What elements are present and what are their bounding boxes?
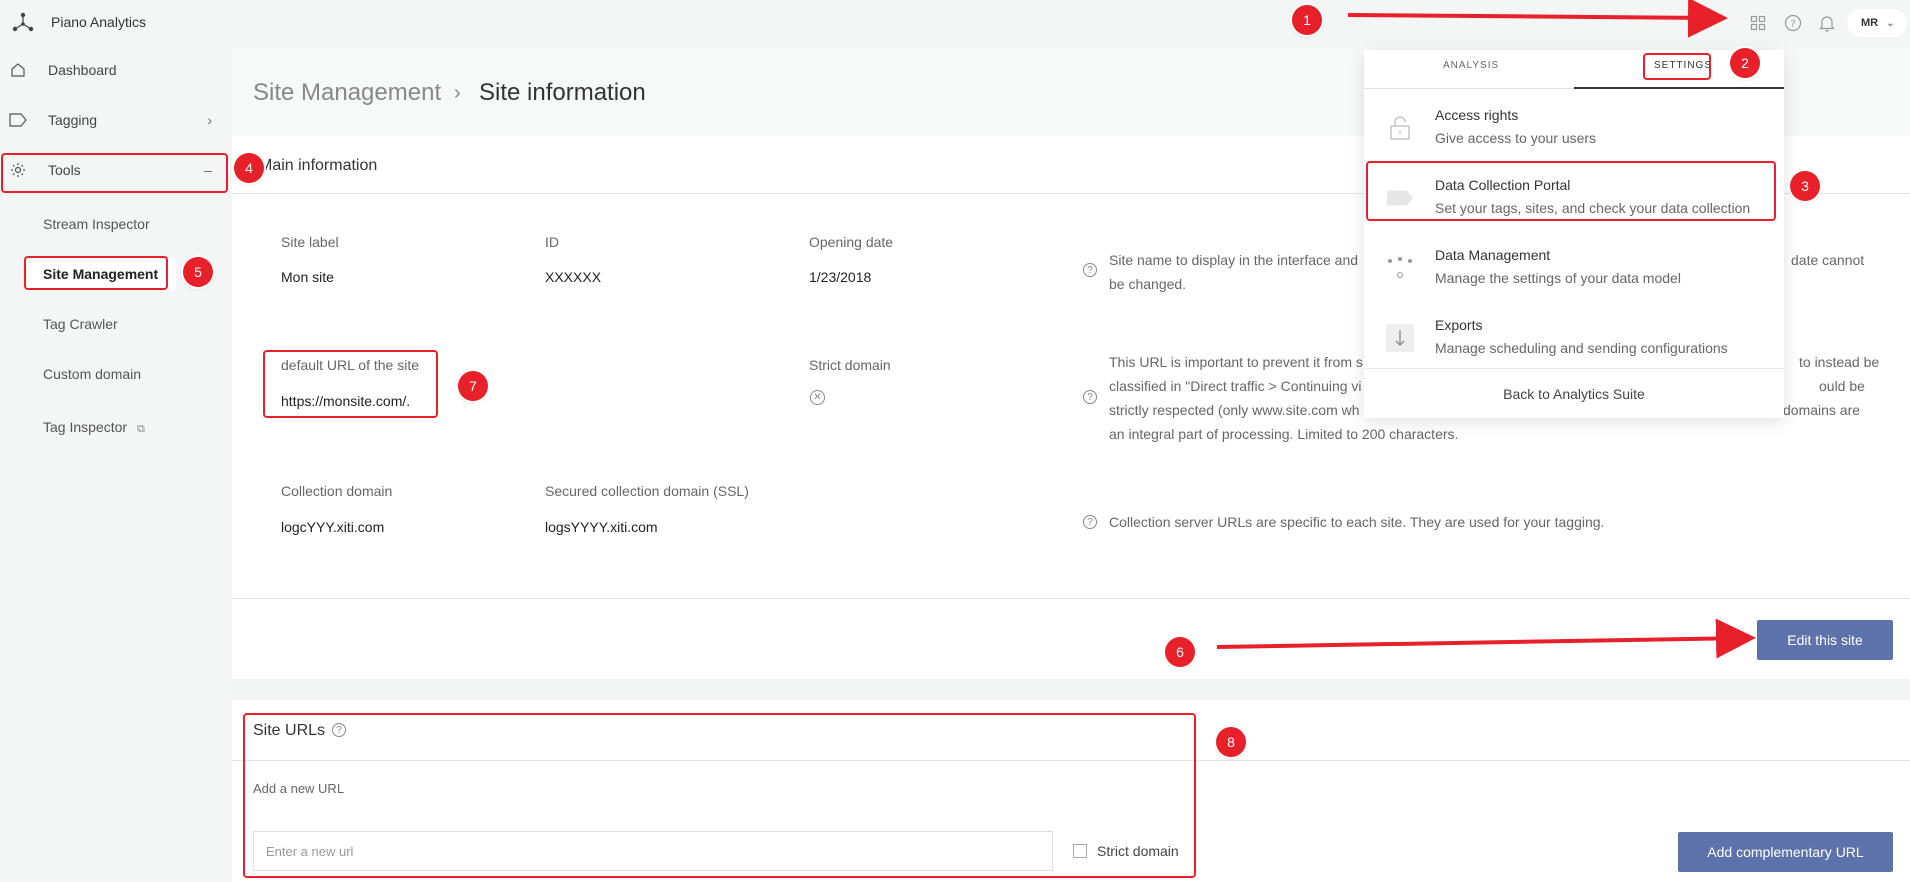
active-tab-indicator	[1574, 87, 1784, 89]
help-text-url-line3: strictly respected (only www.site.com wh	[1109, 402, 1360, 418]
menu-item-access-rights[interactable]: Access rights Give access to your users	[1364, 96, 1784, 166]
breadcrumb-parent[interactable]: Site Management	[253, 79, 441, 107]
menu-item-desc: Give access to your users	[1435, 130, 1597, 146]
help-text-url-tail1: to instead be	[1799, 354, 1880, 370]
home-icon	[9, 61, 27, 79]
annotation-box-default-url	[263, 350, 438, 418]
chevron-down-icon: ⌄	[1886, 17, 1895, 29]
menu-item-data-management[interactable]: Data Management Manage the settings of y…	[1364, 236, 1784, 306]
app-title: Piano Analytics	[51, 14, 146, 30]
section-title: Main information	[259, 157, 378, 174]
id-value: XXXXXX	[545, 269, 602, 285]
annotation-box-site-urls	[243, 713, 1196, 878]
annotation-box-data-collection	[1366, 161, 1776, 221]
back-to-analytics-link[interactable]: Back to Analytics Suite	[1364, 368, 1784, 418]
help-text-url-line2: classified in "Direct traffic > Continui…	[1109, 378, 1362, 394]
lock-icon	[1386, 114, 1414, 142]
svg-text:?: ?	[1790, 19, 1795, 30]
help-text-url-tail3: domains are	[1783, 402, 1861, 418]
sidebar-item-label: Tagging	[48, 112, 98, 128]
menu-item-desc: Manage scheduling and sending configurat…	[1435, 340, 1728, 356]
tag-icon	[9, 111, 27, 129]
menu-item-title: Access rights	[1435, 107, 1519, 123]
strict-domain-off-icon: ✕	[810, 390, 825, 405]
settings-dropdown: ANALYSIS SETTINGS Access rights Give acc…	[1364, 50, 1784, 418]
user-initials: MR	[1861, 17, 1879, 29]
help-icon: ?	[1083, 390, 1097, 404]
sidebar-item-label: Tag Inspector	[43, 419, 128, 435]
chevron-right-icon: ›	[207, 112, 212, 128]
menu-item-exports[interactable]: Exports Manage scheduling and sending co…	[1364, 306, 1784, 376]
sidebar-subitem-tag-crawler[interactable]: Tag Crawler	[43, 316, 118, 332]
sidebar-item-dashboard[interactable]: Dashboard	[0, 50, 228, 90]
annotation-marker-7: 7	[458, 371, 488, 401]
data-model-icon	[1386, 254, 1414, 282]
add-complementary-url-button[interactable]: Add complementary URL	[1678, 832, 1893, 872]
download-icon	[1386, 324, 1414, 352]
piano-logo-icon	[10, 11, 36, 35]
site-label-label: Site label	[281, 234, 339, 250]
annotation-box-tools	[1, 153, 228, 193]
annotation-marker-1: 1	[1292, 5, 1322, 35]
collection-domain-value: logcYYY.xiti.com	[281, 519, 385, 535]
menu-item-title: Exports	[1435, 317, 1483, 333]
sidebar-subitem-custom-domain[interactable]: Custom domain	[43, 366, 141, 382]
bell-icon[interactable]	[1815, 11, 1839, 35]
opening-date-value: 1/23/2018	[809, 269, 872, 285]
edit-actions-bar: Edit this site	[232, 599, 1910, 679]
sidebar-subitem-tag-inspector[interactable]: Tag Inspector ⧉	[43, 419, 145, 436]
annotation-marker-8: 8	[1216, 727, 1246, 757]
top-bar: Piano Analytics ? MR ⌄	[0, 0, 1910, 46]
help-text-site-name-line2: be changed.	[1109, 276, 1187, 292]
edit-site-button[interactable]: Edit this site	[1757, 620, 1893, 660]
help-text-site-name: Site name to display in the interface an…	[1109, 252, 1359, 268]
annotation-marker-4: 4	[234, 153, 264, 183]
id-label: ID	[545, 234, 559, 250]
help-icon[interactable]: ?	[1781, 11, 1805, 35]
opening-date-label: Opening date	[809, 234, 894, 250]
page-title: Site information	[479, 79, 646, 106]
site-label-value: Mon site	[281, 269, 334, 285]
tab-analysis[interactable]: ANALYSIS	[1443, 60, 1499, 71]
help-text-collection: Collection server URLs are specific to e…	[1109, 514, 1605, 530]
help-text-url-line1: This URL is important to prevent it from…	[1109, 354, 1363, 370]
annotation-marker-2: 2	[1730, 48, 1760, 78]
help-text-url-tail2: ould be	[1819, 378, 1865, 394]
user-menu[interactable]: MR ⌄	[1847, 9, 1907, 37]
secured-domain-label: Secured collection domain (SSL)	[545, 483, 749, 499]
breadcrumb-separator: ›	[454, 82, 461, 104]
help-text-site-name-tail: date cannot	[1791, 252, 1865, 268]
menu-item-desc: Manage the settings of your data model	[1435, 270, 1681, 286]
grid-icon[interactable]	[1746, 11, 1770, 35]
annotation-marker-3: 3	[1790, 171, 1820, 201]
sidebar-subitem-stream-inspector[interactable]: Stream Inspector	[43, 216, 150, 232]
collection-domain-label: Collection domain	[281, 483, 393, 499]
annotation-box-site-management	[24, 256, 168, 290]
annotation-marker-6: 6	[1165, 637, 1195, 667]
secured-domain-value: logsYYYY.xiti.com	[545, 519, 658, 535]
strict-domain-label: Strict domain	[809, 357, 891, 373]
help-text-url-line4: an integral part of processing. Limited …	[1109, 426, 1459, 442]
annotation-marker-5: 5	[183, 257, 213, 287]
annotation-box-settings	[1643, 53, 1711, 80]
help-icon: ?	[1083, 263, 1097, 277]
menu-item-title: Data Management	[1435, 247, 1551, 263]
external-link-icon: ⧉	[136, 423, 145, 435]
sidebar-item-label: Dashboard	[48, 62, 117, 78]
sidebar-item-tagging[interactable]: Tagging ›	[0, 100, 228, 140]
help-icon: ?	[1083, 515, 1097, 529]
